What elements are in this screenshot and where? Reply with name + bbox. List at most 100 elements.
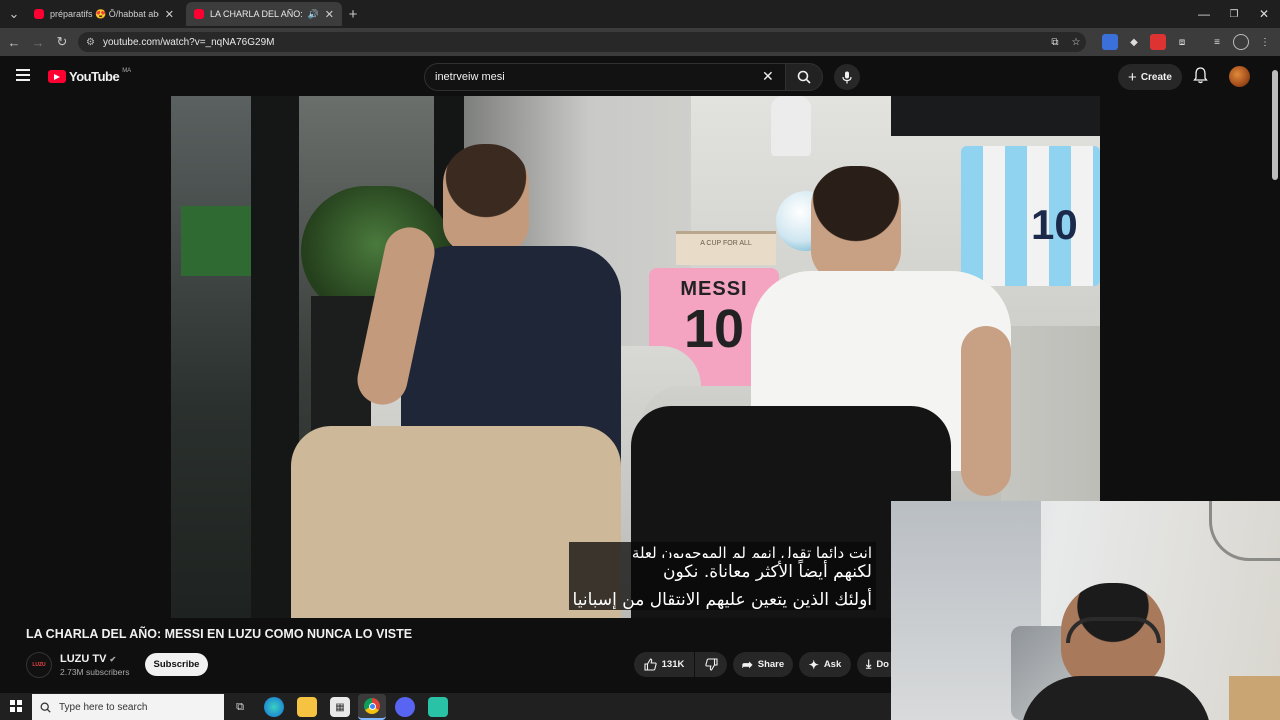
youtube-favicon-icon [194,9,204,19]
file-explorer-icon[interactable] [297,697,317,717]
install-app-icon[interactable]: ⧉ [1047,34,1063,50]
scrollbar-thumb[interactable] [1272,70,1278,180]
youtube-play-icon [48,70,66,83]
close-tab-icon[interactable]: ✕ [165,8,174,21]
url-text: youtube.com/watch?v=_nqNA76G29M [102,36,275,48]
create-label: Create [1140,71,1172,83]
verified-badge-icon: ✔ [109,655,117,664]
notifications-bell-icon[interactable] [1193,67,1208,89]
video-title: LA CHARLA DEL AÑO: MESSI EN LUZU COMO NU… [26,627,413,641]
extension-red-icon[interactable] [1150,34,1166,50]
thumbs-down-icon [704,658,718,671]
discord-icon[interactable] [395,697,415,717]
microphone-icon [842,71,852,83]
thumbs-up-icon [644,658,657,671]
share-arrow-icon: ➦ [741,656,753,672]
caption-line: أولئك الذين يتعين عليهم الانتقال من إسبا… [568,586,876,610]
lamp [1209,501,1280,561]
windows-start-icon[interactable] [10,700,22,712]
reload-button[interactable]: ↻ [52,32,72,52]
search-query: inetrveiw mesi [435,71,505,83]
white-vase [771,96,811,156]
plus-icon: + [1128,68,1137,86]
task-view-icon[interactable]: ⧉ [230,697,250,717]
youtube-logo[interactable]: YouTube MA [48,67,132,84]
captions: انت دائما تقول إنهم لم الموجوبون لعلة لك… [568,542,876,610]
webcam-overlay [891,501,1280,720]
channel-name[interactable]: LUZU TV ✔ [60,653,116,665]
edge-browser-icon[interactable] [264,697,284,717]
store-icon[interactable]: ▦ [330,697,350,717]
tab-title: préparatifs 😍 Ô/habbat abdel [50,8,159,19]
like-count: 131K [661,659,685,670]
new-tab-button[interactable]: + [343,4,363,24]
download-button[interactable]: ⤓ Do [857,652,891,677]
extension-diamond-icon[interactable]: ◆ [1126,34,1142,50]
channel-avatar[interactable]: LUZU [26,652,52,678]
search-input[interactable]: inetrveiw mesi [424,63,786,91]
taskbar-search-placeholder: Type here to search [59,701,148,713]
channel-avatar-text: LUZU [32,662,46,668]
address-bar[interactable]: ⚙ youtube.com/watch?v=_nqNA76G29M [78,32,1086,52]
caption-line: لكنهم أيضاً الأكثر معاناة. نكون [568,558,876,586]
translate-extension-icon[interactable] [1102,34,1118,50]
person-left-head [443,144,529,254]
chrome-taskbar-button[interactable] [358,694,386,720]
back-button[interactable]: ← [4,32,24,52]
person-right-head [811,166,901,281]
voice-search-button[interactable] [834,64,860,90]
speaker-icon[interactable]: 🔊 [308,9,319,20]
share-label: Share [757,659,785,670]
chrome-menu-icon[interactable]: ⋮ [1257,34,1273,50]
profile-icon[interactable] [1233,34,1249,50]
jersey-number-back: 10 [1031,201,1078,248]
extensions-puzzle-icon[interactable]: ⧈ [1174,34,1190,50]
youtube-logo-text: YouTube [69,69,120,84]
ask-label: Ask [823,659,842,670]
caption-line: انت دائما تقول إنهم لم الموجوبون لعلة [568,542,876,558]
close-tab-icon[interactable]: ✕ [325,8,334,21]
cardboard-box [1229,676,1280,720]
clear-search-icon[interactable]: ✕ [762,68,774,85]
subscriber-count: 2.73M subscribers [60,667,130,677]
browser-tab[interactable]: préparatifs 😍 Ô/habbat abdel ✕ [26,2,182,26]
download-label: Do [876,659,889,670]
menu-icon[interactable] [16,69,30,81]
books: A CUP FOR ALL [676,231,776,265]
ask-button[interactable]: ✦ Ask [799,652,851,677]
subscribe-button[interactable]: Subscribe [145,653,208,676]
search-icon [40,702,51,713]
jersey-name: MESSI [680,278,748,300]
window-background [171,96,251,618]
media-controls-icon[interactable]: ≡ [1209,34,1225,50]
search-icon [797,70,811,84]
channel-name-text: LUZU TV [60,653,107,665]
create-button[interactable]: + Create [1118,64,1182,90]
chrome-icon [364,698,380,714]
bookmark-star-icon[interactable]: ☆ [1068,34,1084,50]
headset [1066,617,1161,643]
region-code: MA [122,67,132,74]
book-title: A CUP FOR ALL [700,240,752,247]
download-icon: ⤓ [866,657,872,671]
tab-title: LA CHARLA DEL AÑO: MESS [210,9,302,19]
forward-button[interactable]: → [28,32,48,52]
dislike-button[interactable] [695,652,727,677]
browser-tab-active[interactable]: LA CHARLA DEL AÑO: MESS 🔊 ✕ [186,2,342,26]
taskbar-search-input[interactable]: Type here to search [32,694,224,720]
user-avatar[interactable] [1229,66,1250,87]
like-button[interactable]: 131K [634,652,694,677]
youtube-favicon-icon [34,9,44,19]
close-window-button[interactable]: ✕ [1248,0,1280,28]
person-right-arm [961,326,1011,496]
sparkle-icon: ✦ [808,657,819,672]
tab-search-icon[interactable]: ⌄ [4,4,24,24]
site-info-icon[interactable]: ⚙ [86,37,95,48]
minimize-button[interactable]: — [1188,0,1220,28]
restore-button[interactable]: ❐ [1218,0,1250,28]
field-view [181,206,251,276]
search-button[interactable] [785,63,823,91]
tv-screen [891,96,1100,136]
share-button[interactable]: ➦ Share [733,652,793,677]
app-icon[interactable] [428,697,448,717]
